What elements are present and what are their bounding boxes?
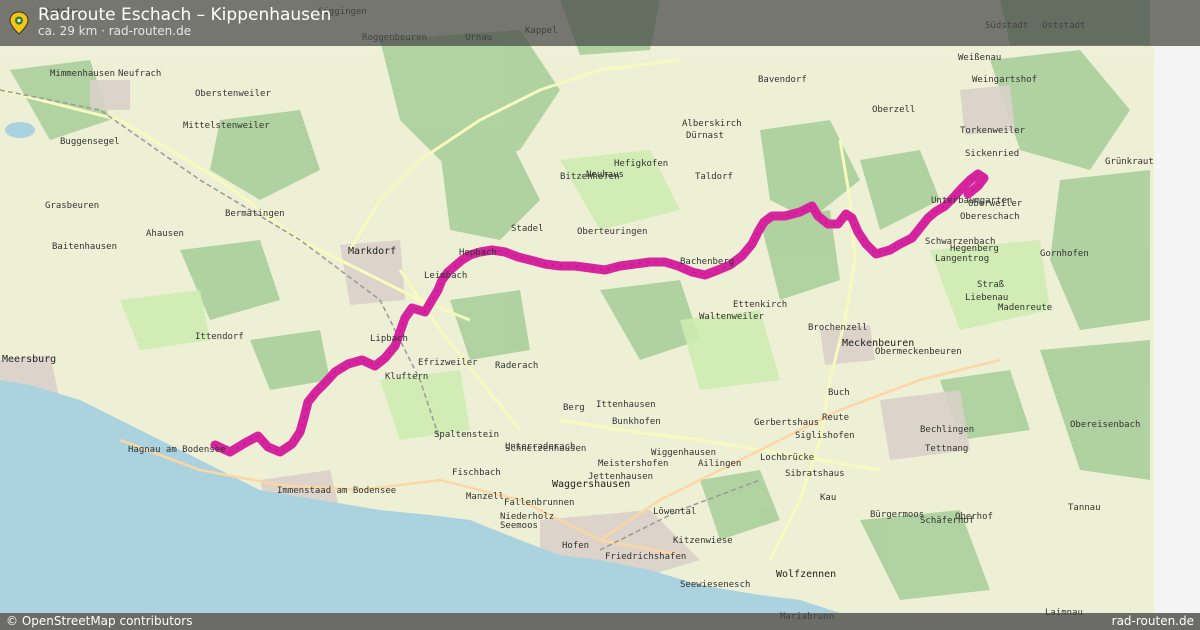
place-label: Kau — [820, 493, 836, 503]
place-label: Weingartshof — [972, 75, 1037, 85]
place-label: Leimbach — [424, 271, 467, 281]
place-label: Fischbach — [452, 468, 501, 478]
place-label: Spaltenstein — [434, 430, 499, 440]
place-label: Oberstenweiler — [195, 89, 271, 99]
place-label: Ittendorf — [195, 332, 244, 342]
place-label: Fallenbrunnen — [504, 498, 574, 508]
place-label: Ettenkirch — [733, 300, 787, 310]
place-label: Liebenau — [965, 293, 1008, 303]
map-edge-strip — [1154, 46, 1200, 613]
place-label: Oberzell — [872, 105, 915, 115]
place-label: Grünkraut — [1105, 157, 1154, 167]
map-canvas[interactable]: StettenSiggingenKappelRoggenbeurenUrnauS… — [0, 0, 1200, 630]
place-label: Taldorf — [695, 172, 733, 182]
place-label: Meistershofen — [598, 459, 668, 469]
place-label: Meersburg — [2, 354, 56, 365]
place-label: Bermatingen — [225, 209, 285, 219]
osm-attribution[interactable]: © OpenStreetMap contributors — [6, 614, 192, 629]
place-label: Mimmenhausen — [50, 69, 115, 79]
place-label: Lipbach — [370, 334, 408, 344]
place-label: Kitzenwiese — [673, 536, 733, 546]
place-label: Hepbach — [459, 248, 497, 258]
place-label: Straß — [977, 280, 1005, 290]
place-label: Hofen — [562, 541, 589, 551]
place-label: Lochbrücke — [760, 453, 814, 463]
place-label: Gornhofen — [1040, 249, 1089, 259]
place-label: Wiggenhausen — [651, 448, 716, 458]
place-label: Bavendorf — [758, 75, 807, 85]
place-label: Jettenhausen — [588, 472, 653, 482]
place-label: Reute — [822, 413, 849, 423]
place-label: Baitenhausen — [52, 242, 117, 252]
place-label: Alberskirch — [682, 119, 742, 129]
place-label: Obereisenbach — [1070, 420, 1140, 430]
place-label: Obereschach — [960, 212, 1020, 222]
place-label: Bachenberg — [680, 257, 734, 267]
place-label: Grasbeuren — [45, 201, 99, 211]
place-label: Ahausen — [146, 229, 184, 239]
place-label: Sibratshaus — [785, 469, 845, 479]
place-label: Weißenau — [958, 53, 1001, 63]
place-label: Hegenberg — [950, 244, 999, 254]
location-pin-icon — [9, 11, 29, 35]
place-label: Markdorf — [348, 246, 396, 257]
place-label: Hefigkofen — [614, 159, 668, 169]
place-label: Oberhof — [955, 512, 993, 522]
place-label: Bürgermoos — [870, 510, 924, 520]
place-label: Wolfzennen — [776, 569, 836, 580]
place-label: Obermeckenbeuren — [875, 347, 962, 357]
place-label: Buggensegel — [60, 137, 120, 147]
place-label: Friedrichshafen — [605, 552, 686, 562]
place-label: Schnetzenhausen — [505, 444, 586, 454]
place-label: Ailingen — [698, 459, 741, 469]
place-label: Hagnau am Bodensee — [128, 445, 226, 455]
place-label: Gerbertshaus — [754, 418, 819, 428]
place-label: Neuhaus — [586, 170, 624, 180]
footer-bar: © OpenStreetMap contributors rad-routen.… — [0, 613, 1200, 630]
place-label: Sickenried — [965, 149, 1019, 159]
place-label: Seewiesenesch — [680, 580, 750, 590]
place-label: Siglishofen — [795, 431, 855, 441]
place-label: Neufrach — [118, 69, 161, 79]
title-bar: Radroute Eschach – Kippenhausen ca. 29 k… — [0, 0, 1200, 46]
route-subtitle: ca. 29 km · rad-routen.de — [38, 24, 192, 38]
place-label: Bechlingen — [920, 425, 974, 435]
place-label: Ittenhausen — [596, 400, 656, 410]
place-label: Tettnang — [925, 444, 968, 454]
place-label: Raderach — [495, 361, 538, 371]
place-label: Bunkhofen — [612, 417, 661, 427]
place-label: Waltenweiler — [699, 312, 765, 322]
pond — [5, 122, 35, 138]
place-label: Stadel — [511, 224, 544, 234]
place-label: Immenstaad am Bodensee — [277, 486, 396, 496]
place-label: Brochenzell — [808, 323, 868, 333]
place-label: Efrizweiler — [418, 358, 478, 368]
place-label: Oberweiler — [968, 199, 1023, 209]
place-label: Oberteuringen — [577, 227, 647, 237]
place-label: Torkenweiler — [960, 126, 1026, 136]
place-label: Mittelstenweiler — [183, 121, 270, 131]
place-label: Buch — [828, 388, 850, 398]
place-label: Dürnast — [686, 131, 724, 141]
place-label: Kluftern — [385, 372, 428, 382]
place-label: Berg — [563, 403, 585, 413]
place-label: Manzell — [466, 492, 504, 502]
place-label: Langentrog — [935, 254, 989, 264]
place-label: Tannau — [1068, 503, 1101, 513]
place-label: Löwental — [653, 507, 696, 517]
place-label: Madenreute — [998, 303, 1052, 313]
place-label: Seemoos — [500, 521, 538, 531]
site-link[interactable]: rad-routen.de — [1112, 614, 1194, 629]
